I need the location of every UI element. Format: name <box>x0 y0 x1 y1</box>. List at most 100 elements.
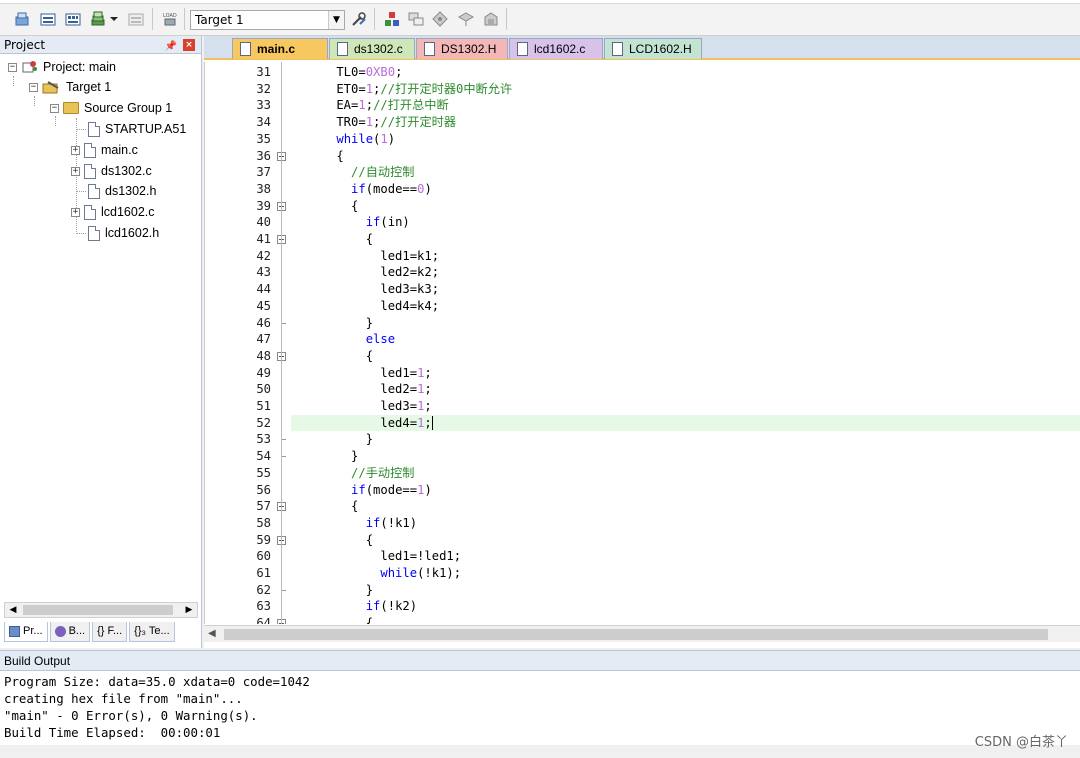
build-output-header: Build Output <box>0 651 1080 671</box>
scroll-right-icon[interactable]: ▶ <box>181 603 197 617</box>
batch-build-icon[interactable] <box>88 9 108 29</box>
chevron-down-icon[interactable]: ▼ <box>328 11 344 29</box>
code-line[interactable]: { <box>307 615 373 624</box>
collapse-icon[interactable]: − <box>8 62 17 72</box>
code-line[interactable]: TL0=0XB0; <box>307 64 402 81</box>
target-options-icon[interactable] <box>349 9 369 29</box>
project-panel-title: Project <box>4 38 46 52</box>
build-output-panel: Build Output Program Size: data=35.0 xda… <box>0 650 1080 758</box>
code-line[interactable]: led1=1; <box>307 365 431 382</box>
line-number: 50 <box>256 382 271 397</box>
pin-icon[interactable]: 📌 <box>165 38 177 56</box>
expand-icon[interactable]: + <box>71 166 80 176</box>
scrollbar-thumb[interactable] <box>224 629 1048 640</box>
tree-file-label: lcd1602.c <box>101 205 155 219</box>
scroll-left-icon[interactable]: ◀ <box>5 603 21 617</box>
build-icon[interactable] <box>38 9 58 29</box>
batch-build-dropdown-icon[interactable] <box>108 9 120 29</box>
rebuild-icon[interactable] <box>63 9 83 29</box>
editor-tab[interactable]: DS1302.H <box>416 38 508 59</box>
tree-file-lcd1602h[interactable]: lcd1602.h <box>88 223 159 243</box>
code-line[interactable]: { <box>307 231 373 248</box>
tree-file-main[interactable]: + main.c <box>71 140 138 160</box>
manage-components-icon[interactable] <box>382 9 402 29</box>
editor-horizontal-scrollbar[interactable]: ◀ <box>204 625 1080 642</box>
code-line[interactable]: { <box>307 498 358 515</box>
expand-icon[interactable]: + <box>71 145 80 155</box>
packs-icon[interactable] <box>456 9 476 29</box>
code-line[interactable]: led4=k4; <box>307 298 439 315</box>
file-icon <box>84 142 96 158</box>
tab-functions[interactable]: {} F... <box>92 622 128 642</box>
tree-file-startup[interactable]: STARTUP.A51 <box>88 119 186 139</box>
code-line[interactable]: while(1) <box>307 131 395 148</box>
tree-file-label: ds1302.c <box>101 164 152 178</box>
tab-templates[interactable]: {}₃ Te... <box>129 622 175 642</box>
code-line[interactable]: if(mode==0) <box>307 181 432 198</box>
file-extensions-icon[interactable] <box>406 9 426 29</box>
tree-file-ds1302h[interactable]: ds1302.h <box>88 181 156 201</box>
scroll-left-icon[interactable]: ◀ <box>208 628 216 639</box>
code-line[interactable]: { <box>307 198 358 215</box>
tree-project-root[interactable]: − Project: main <box>8 57 116 77</box>
code-line[interactable]: if(!k2) <box>307 598 417 615</box>
code-line[interactable]: led2=1; <box>307 381 431 398</box>
editor-tab[interactable]: main.c <box>232 38 328 59</box>
toolbar-separator <box>152 8 153 30</box>
translate-icon[interactable] <box>12 9 32 29</box>
code-area[interactable]: 31 32 33 34 35 36 37 38 39 40 41 42 43 44 45 46 47 48 49 50… <box>204 62 1080 624</box>
tree-line <box>76 129 86 130</box>
code-line[interactable]: EA=1;//打开总中断 <box>307 97 448 114</box>
code-line[interactable]: if(mode==1) <box>307 482 432 499</box>
environment-icon[interactable] <box>430 9 450 29</box>
file-icon <box>240 42 251 56</box>
code-line[interactable]: else <box>307 331 395 348</box>
code-line[interactable]: { <box>307 348 373 365</box>
tree-file-ds1302c[interactable]: + ds1302.c <box>71 161 152 181</box>
file-icon <box>88 121 100 137</box>
tab-books[interactable]: B... <box>49 622 91 642</box>
stop-build-icon[interactable] <box>126 9 146 29</box>
code-line[interactable]: led4=1; <box>307 415 431 432</box>
tree-file-lcd1602c[interactable]: + lcd1602.c <box>71 202 155 222</box>
build-output-scrollbar[interactable] <box>0 745 1080 758</box>
line-number: 58 <box>256 515 271 530</box>
tree-source-group[interactable]: − Source Group 1 <box>50 98 172 118</box>
tab-project[interactable]: Pr... <box>4 622 48 642</box>
collapse-icon[interactable]: − <box>29 82 38 92</box>
code-line[interactable]: if(in) <box>307 214 410 231</box>
code-line[interactable]: led3=k3; <box>307 281 439 298</box>
code-line[interactable]: { <box>307 148 343 165</box>
code-line[interactable]: if(!k1) <box>307 515 417 532</box>
code-line[interactable]: while(!k1); <box>307 565 461 582</box>
editor-tab[interactable]: lcd1602.c <box>509 38 603 59</box>
code-line[interactable]: TR0=1;//打开定时器 <box>307 114 456 131</box>
scrollbar-thumb[interactable] <box>23 605 173 615</box>
tree-line <box>34 96 35 106</box>
target-select[interactable]: Target 1 ▼ <box>190 10 345 30</box>
editor-tab[interactable]: ds1302.c <box>329 38 415 59</box>
close-icon[interactable]: × <box>183 39 195 51</box>
editor-tab-label: DS1302.H <box>441 42 497 56</box>
project-horizontal-scrollbar[interactable]: ◀ ▶ <box>4 602 198 618</box>
tree-target[interactable]: − Target 1 <box>29 77 111 97</box>
code-line[interactable]: } <box>307 582 373 599</box>
code-line[interactable]: } <box>307 315 373 332</box>
code-line[interactable]: led3=1; <box>307 398 431 415</box>
code-line[interactable]: } <box>307 448 358 465</box>
file-icon <box>612 42 623 56</box>
editor-tab[interactable]: LCD1602.H <box>604 38 702 59</box>
expand-icon[interactable]: + <box>71 207 80 217</box>
code-line[interactable]: led2=k2; <box>307 264 439 281</box>
code-line[interactable]: ET0=1;//打开定时器0中断允许 <box>307 81 512 98</box>
code-line[interactable]: led1=!led1; <box>307 548 461 565</box>
code-line[interactable]: } <box>307 431 373 448</box>
select-packs-icon[interactable] <box>481 9 501 29</box>
code-line[interactable]: { <box>307 532 373 549</box>
line-number: 44 <box>256 282 271 297</box>
code-line[interactable]: //手动控制 <box>307 465 414 482</box>
collapse-icon[interactable]: − <box>50 103 59 113</box>
download-icon[interactable]: LOAD <box>160 9 180 29</box>
code-line[interactable]: led1=k1; <box>307 248 439 265</box>
code-line[interactable]: //自动控制 <box>307 164 414 181</box>
